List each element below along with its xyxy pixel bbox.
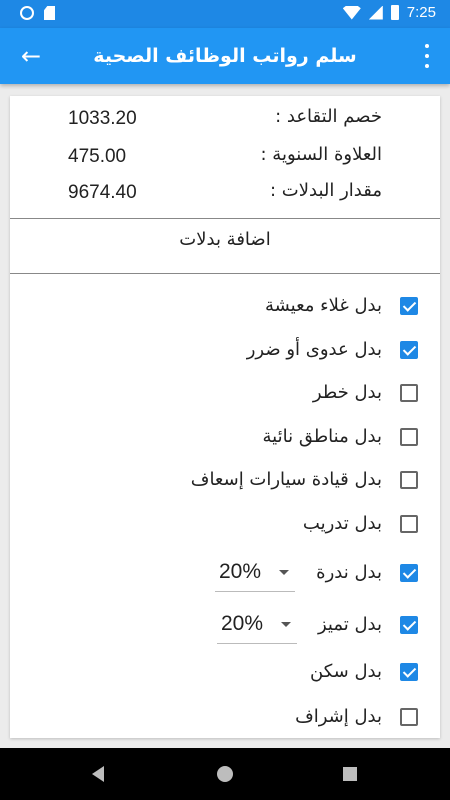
- back-arrow-icon[interactable]: ←: [18, 42, 44, 70]
- summary-value: 9674.40: [68, 182, 137, 203]
- allowance-item-ambulance-driving[interactable]: بدل قيادة سيارات إسعاف: [10, 463, 440, 503]
- checkbox[interactable]: [400, 616, 418, 634]
- allowance-item-supervision[interactable]: بدل إشراف: [10, 700, 440, 740]
- battery-icon: [390, 5, 399, 20]
- allowance-label: بدل ندرة: [316, 562, 382, 583]
- checkbox[interactable]: [400, 663, 418, 681]
- divider: [10, 218, 440, 219]
- app-bar: ← سلم رواتب الوظائف الصحية: [0, 28, 450, 84]
- checkbox[interactable]: [400, 428, 418, 446]
- nav-home-icon[interactable]: [217, 766, 233, 782]
- divider: [10, 273, 440, 274]
- allowance-item-infection[interactable]: بدل عدوى أو ضرر: [10, 333, 440, 373]
- navigation-bar: [0, 748, 450, 800]
- allowance-label: بدل قيادة سيارات إسعاف: [190, 469, 382, 490]
- allowance-label: بدل غلاء معيشة: [264, 295, 382, 316]
- allowance-label: بدل إشراف: [295, 706, 382, 727]
- more-vert-icon[interactable]: [422, 44, 432, 68]
- status-right-icons: 7:25: [342, 4, 436, 21]
- checkbox[interactable]: [400, 384, 418, 402]
- allowance-label: بدل عدوى أو ضرر: [246, 339, 382, 360]
- summary-row-allowances-total: مقدار البدلات : 9674.40: [10, 172, 440, 212]
- nav-recents-icon[interactable]: [343, 767, 357, 781]
- signal-icon: [368, 5, 383, 20]
- allowance-item-scarcity[interactable]: بدل ندرة 20%: [10, 556, 440, 596]
- scarcity-percent-dropdown[interactable]: 20%: [215, 556, 295, 592]
- summary-value: 475.00: [68, 146, 127, 167]
- summary-label: مقدار البدلات :: [270, 180, 382, 201]
- excellence-percent-dropdown[interactable]: 20%: [217, 608, 297, 644]
- summary-row-annual-raise: العلاوة السنوية : 475.00: [10, 136, 440, 176]
- nav-back-icon[interactable]: [92, 766, 104, 782]
- allowance-item-training[interactable]: بدل تدريب: [10, 507, 440, 547]
- sd-card-icon: [44, 6, 55, 20]
- checkbox[interactable]: [400, 341, 418, 359]
- status-bar: 7:25: [0, 0, 450, 28]
- checkbox[interactable]: [400, 708, 418, 726]
- allowance-item-cost-of-living[interactable]: بدل غلاء معيشة: [10, 289, 440, 329]
- checkbox[interactable]: [400, 515, 418, 533]
- allowance-item-housing[interactable]: بدل سكن: [10, 655, 440, 695]
- dropdown-value: 20%: [219, 560, 262, 583]
- dropdown-value: 20%: [221, 612, 264, 635]
- summary-label: العلاوة السنوية :: [260, 144, 382, 165]
- allowance-item-danger[interactable]: بدل خطر: [10, 376, 440, 416]
- checkbox[interactable]: [400, 564, 418, 582]
- allowance-item-excellence[interactable]: بدل تميز 20%: [10, 608, 440, 648]
- checkbox[interactable]: [400, 297, 418, 315]
- allowance-label: بدل مناطق نائية: [262, 426, 382, 447]
- allowance-label: بدل تميز: [317, 614, 382, 635]
- wifi-icon: [342, 5, 361, 20]
- chevron-down-icon: [279, 570, 289, 575]
- allowance-label: بدل سكن: [310, 661, 382, 682]
- status-left-icons: [20, 6, 55, 20]
- summary-value: 1033.20: [68, 108, 137, 129]
- chevron-down-icon: [281, 622, 291, 627]
- summary-label: خصم التقاعد :: [275, 106, 382, 127]
- allowance-label: بدل خطر: [312, 382, 382, 403]
- notification-dot-icon: [20, 6, 34, 20]
- checkbox[interactable]: [400, 471, 418, 489]
- summary-section: خصم التقاعد : 1033.20 العلاوة السنوية : …: [10, 96, 440, 218]
- main-card: خصم التقاعد : 1033.20 العلاوة السنوية : …: [10, 96, 440, 738]
- page-title: سلم رواتب الوظائف الصحية: [93, 45, 357, 67]
- allowance-label: بدل تدريب: [302, 513, 382, 534]
- status-time: 7:25: [406, 4, 436, 21]
- summary-row-retirement: خصم التقاعد : 1033.20: [10, 98, 440, 138]
- allowances-section-title: اضافة بدلات: [179, 229, 271, 250]
- allowance-item-remote-areas[interactable]: بدل مناطق نائية: [10, 420, 440, 460]
